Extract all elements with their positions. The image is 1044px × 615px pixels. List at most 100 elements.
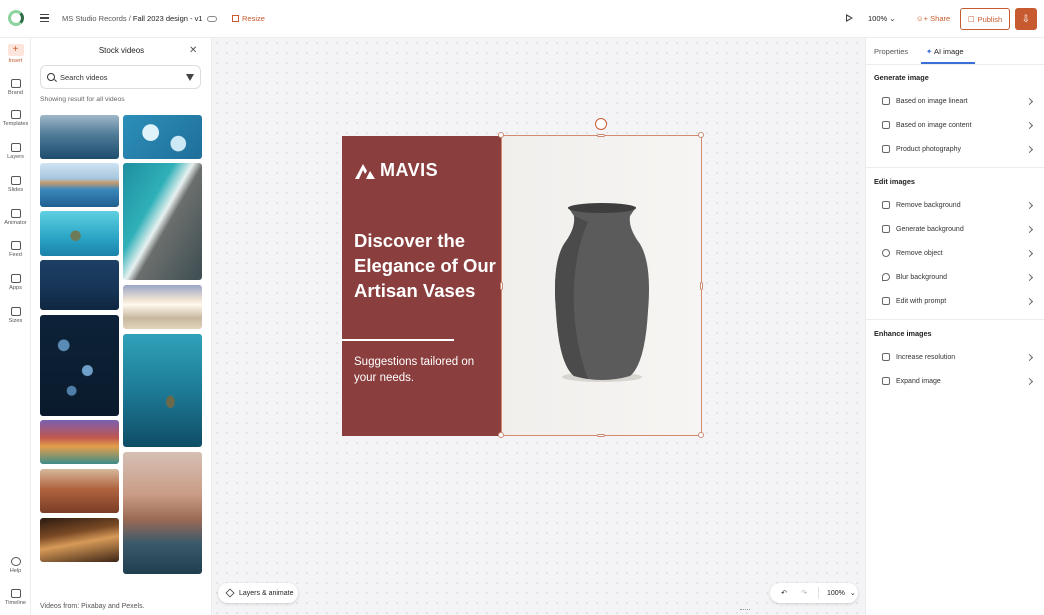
- rail-label: Feed: [9, 252, 22, 258]
- menu-item-remove-background[interactable]: Remove background: [874, 195, 1036, 215]
- rail-item-layers[interactable]: Layers: [0, 143, 31, 160]
- rail-item-brand[interactable]: Brand: [0, 79, 31, 96]
- close-icon[interactable]: ✕: [189, 45, 197, 56]
- layers-icon: [10, 143, 21, 152]
- rotate-handle-icon[interactable]: [595, 118, 607, 130]
- video-thumbnail[interactable]: [40, 420, 119, 464]
- tab-properties[interactable]: Properties: [874, 47, 908, 56]
- document-name[interactable]: Fall 2023 design - v1: [133, 14, 203, 23]
- publish-label: Publish: [977, 14, 1003, 24]
- video-thumbnail[interactable]: [40, 469, 119, 513]
- resize-handle[interactable]: [597, 134, 605, 137]
- layers-icon: [225, 588, 235, 598]
- redo-icon[interactable]: ↷: [798, 589, 810, 597]
- generate-background-icon: [882, 225, 890, 233]
- filter-icon[interactable]: [186, 73, 194, 81]
- rail-item-apps[interactable]: Apps: [0, 274, 31, 291]
- rail-item-timeline[interactable]: Timeline: [0, 589, 31, 606]
- rail-item-templates[interactable]: Templates: [0, 110, 31, 127]
- menu-item-image-content[interactable]: Based on image content: [874, 115, 1036, 135]
- chevron-right-icon: [1025, 377, 1034, 385]
- chevron-right-icon: [1025, 353, 1034, 361]
- menu-item-product-photography[interactable]: Product photography: [874, 139, 1036, 159]
- zoom-divider: [818, 587, 819, 599]
- brand-logo[interactable]: MAVIS: [354, 160, 438, 181]
- video-thumbnail[interactable]: [123, 163, 202, 280]
- resize-button[interactable]: Resize: [232, 14, 265, 23]
- menu-item-label: Edit with prompt: [896, 297, 947, 305]
- camera-icon: [882, 145, 890, 153]
- rail-label: Brand: [8, 90, 23, 96]
- rail-label: Animator: [4, 220, 27, 226]
- rail-item-insert[interactable]: + Insert: [0, 44, 31, 64]
- rail-item-sizes[interactable]: Sizes: [0, 307, 31, 324]
- animator-icon: [10, 209, 21, 218]
- right-panel: Properties ✦ AI image Generate image Bas…: [865, 38, 1044, 615]
- menu-item-generate-background[interactable]: Generate background: [874, 219, 1036, 239]
- menu-item-increase-resolution[interactable]: Increase resolution: [874, 347, 1036, 367]
- search-box: [40, 65, 201, 89]
- project-name[interactable]: MS Studio Records: [62, 14, 127, 23]
- app-logo-icon[interactable]: [8, 10, 24, 26]
- resize-handle[interactable]: [698, 432, 704, 438]
- video-thumbnail[interactable]: [123, 115, 202, 159]
- rail-item-animator[interactable]: Animator: [0, 209, 31, 226]
- image-icon: [882, 121, 890, 129]
- menu-item-remove-object[interactable]: Remove object: [874, 243, 1036, 263]
- video-thumbnail[interactable]: [123, 334, 202, 447]
- mavis-logo-icon: [355, 163, 375, 179]
- video-thumbnail[interactable]: [40, 518, 119, 562]
- rail-item-help[interactable]: Help: [0, 557, 31, 574]
- menu-item-label: Increase resolution: [896, 353, 956, 361]
- undo-icon[interactable]: ↶: [778, 589, 790, 597]
- publish-button[interactable]: ☐ Publish: [960, 8, 1010, 30]
- rail-label: Layers: [7, 154, 24, 160]
- design-subtext[interactable]: Suggestions tailored on your needs.: [354, 354, 494, 386]
- remove-background-icon: [882, 201, 890, 209]
- zoom-dropdown[interactable]: 100% ⌄: [868, 14, 896, 23]
- layers-animate-button[interactable]: Layers & animate: [218, 583, 298, 603]
- search-input[interactable]: [60, 72, 186, 82]
- menu-item-blur-background[interactable]: Blur background: [874, 267, 1036, 287]
- video-thumbnail[interactable]: [123, 285, 202, 329]
- menu-item-lineart[interactable]: Based on image lineart: [874, 91, 1036, 111]
- chevron-down-icon[interactable]: ⌄: [850, 589, 856, 597]
- design-artboard[interactable]: MAVIS Discover the Elegance of Our Artis…: [342, 118, 704, 438]
- design-text-panel[interactable]: MAVIS Discover the Elegance of Our Artis…: [342, 136, 502, 436]
- templates-icon: [10, 110, 21, 119]
- section-title-enhance: Enhance images: [874, 329, 932, 338]
- video-thumbnail[interactable]: [40, 211, 119, 256]
- resize-handle[interactable]: [500, 282, 503, 290]
- resize-handle[interactable]: [698, 132, 704, 138]
- resize-icon: [232, 15, 239, 22]
- sizes-icon: [10, 307, 21, 316]
- divider: [866, 64, 1044, 65]
- share-button[interactable]: ☺+ Share: [916, 14, 950, 23]
- resize-handle[interactable]: [498, 432, 504, 438]
- download-button[interactable]: ⇩: [1015, 8, 1037, 30]
- video-thumbnail[interactable]: [40, 163, 119, 207]
- publish-icon: ☐: [967, 14, 975, 24]
- menu-icon[interactable]: [40, 14, 49, 22]
- menu-item-label: Based on image content: [896, 121, 972, 129]
- rail-item-feed[interactable]: Feed: [0, 241, 31, 258]
- resize-handle[interactable]: [597, 434, 605, 437]
- tab-ai-image[interactable]: ✦ AI image: [926, 47, 964, 56]
- resize-handle[interactable]: [700, 282, 703, 290]
- rail-label: Apps: [9, 285, 22, 291]
- menu-item-label: Expand image: [896, 377, 941, 385]
- section-title-edit: Edit images: [874, 177, 915, 186]
- rail-label: Help: [9, 568, 22, 574]
- video-thumbnail[interactable]: [123, 452, 202, 574]
- menu-item-expand-image[interactable]: Expand image: [874, 371, 1036, 391]
- video-thumbnail[interactable]: [40, 315, 119, 416]
- zoom-value[interactable]: 100%: [827, 590, 845, 597]
- design-headline[interactable]: Discover the Elegance of Our Artisan Vas…: [354, 228, 499, 303]
- rail-item-slides[interactable]: Slides: [0, 176, 31, 193]
- menu-item-edit-with-prompt[interactable]: Edit with prompt: [874, 291, 1036, 311]
- brand-name: MAVIS: [380, 160, 439, 180]
- stock-videos-panel: Stock videos ✕ Showing result for all vi…: [31, 38, 212, 615]
- resize-handle[interactable]: [498, 132, 504, 138]
- video-thumbnail[interactable]: [40, 260, 119, 310]
- video-thumbnail[interactable]: [40, 115, 119, 159]
